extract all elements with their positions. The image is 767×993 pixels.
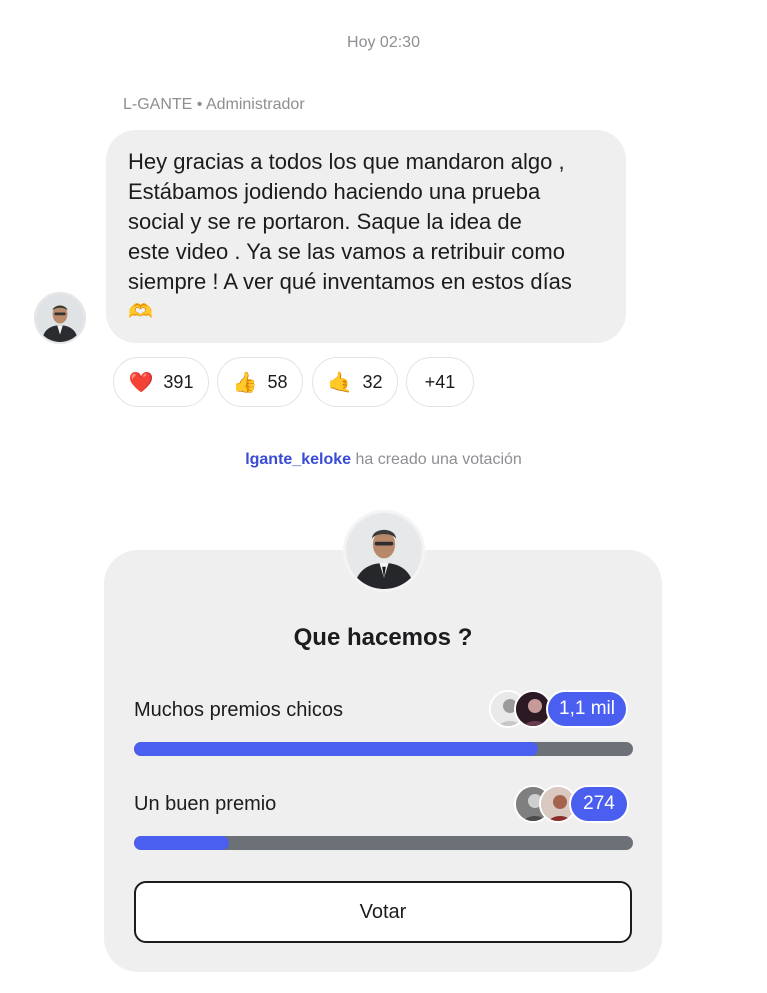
- reaction-call-me[interactable]: 🤙 32: [312, 357, 398, 407]
- poll-progress-bar: [134, 742, 633, 756]
- notice-text: ha creado una votación: [351, 451, 522, 468]
- message-timestamp: Hoy 02:30: [347, 34, 420, 51]
- vote-count-badge: 1,1 mil: [546, 690, 628, 728]
- message-text: Hey gracias a todos los que mandaron alg…: [128, 149, 572, 294]
- message-bubble[interactable]: Hey gracias a todos los que mandaron alg…: [106, 130, 626, 343]
- reaction-heart[interactable]: ❤️ 391: [113, 357, 209, 407]
- heart-hands-emoji: 🫶: [128, 301, 153, 323]
- sender-avatar[interactable]: [34, 292, 86, 344]
- person-avatar-icon: [36, 294, 84, 342]
- person-avatar-icon: [346, 513, 422, 589]
- poll-progress-bar: [134, 836, 633, 850]
- thumbs-up-icon: 👍: [232, 371, 258, 394]
- heart-icon: ❤️: [128, 371, 154, 394]
- poll-question: Que hacemos ?: [293, 624, 473, 651]
- sender-name: L-GANTE • Administrador: [123, 96, 305, 113]
- poll-progress-fill: [134, 742, 539, 756]
- vote-button[interactable]: Votar: [134, 881, 632, 943]
- call-me-hand-icon: 🤙: [327, 371, 353, 394]
- reaction-count: 32: [362, 371, 383, 392]
- username-link[interactable]: lgante_keloke: [245, 451, 351, 468]
- reaction-count: 391: [163, 371, 194, 392]
- reaction-thumbs-up[interactable]: 👍 58: [217, 357, 303, 407]
- reaction-count: 58: [267, 371, 288, 392]
- poll-option-label[interactable]: Muchos premios chicos: [134, 699, 343, 722]
- poll-created-notice: lgante_keloke ha creado una votación: [0, 451, 767, 469]
- poll-option-label[interactable]: Un buen premio: [134, 793, 276, 816]
- poll-progress-fill: [134, 836, 229, 850]
- vote-count-badge: 274: [569, 785, 629, 823]
- reaction-more[interactable]: +41: [406, 357, 474, 407]
- poll-creator-avatar[interactable]: [343, 510, 425, 592]
- poll-card: Que hacemos ? Muchos premios chicos 1,1 …: [104, 550, 662, 972]
- reaction-count: +41: [424, 371, 456, 392]
